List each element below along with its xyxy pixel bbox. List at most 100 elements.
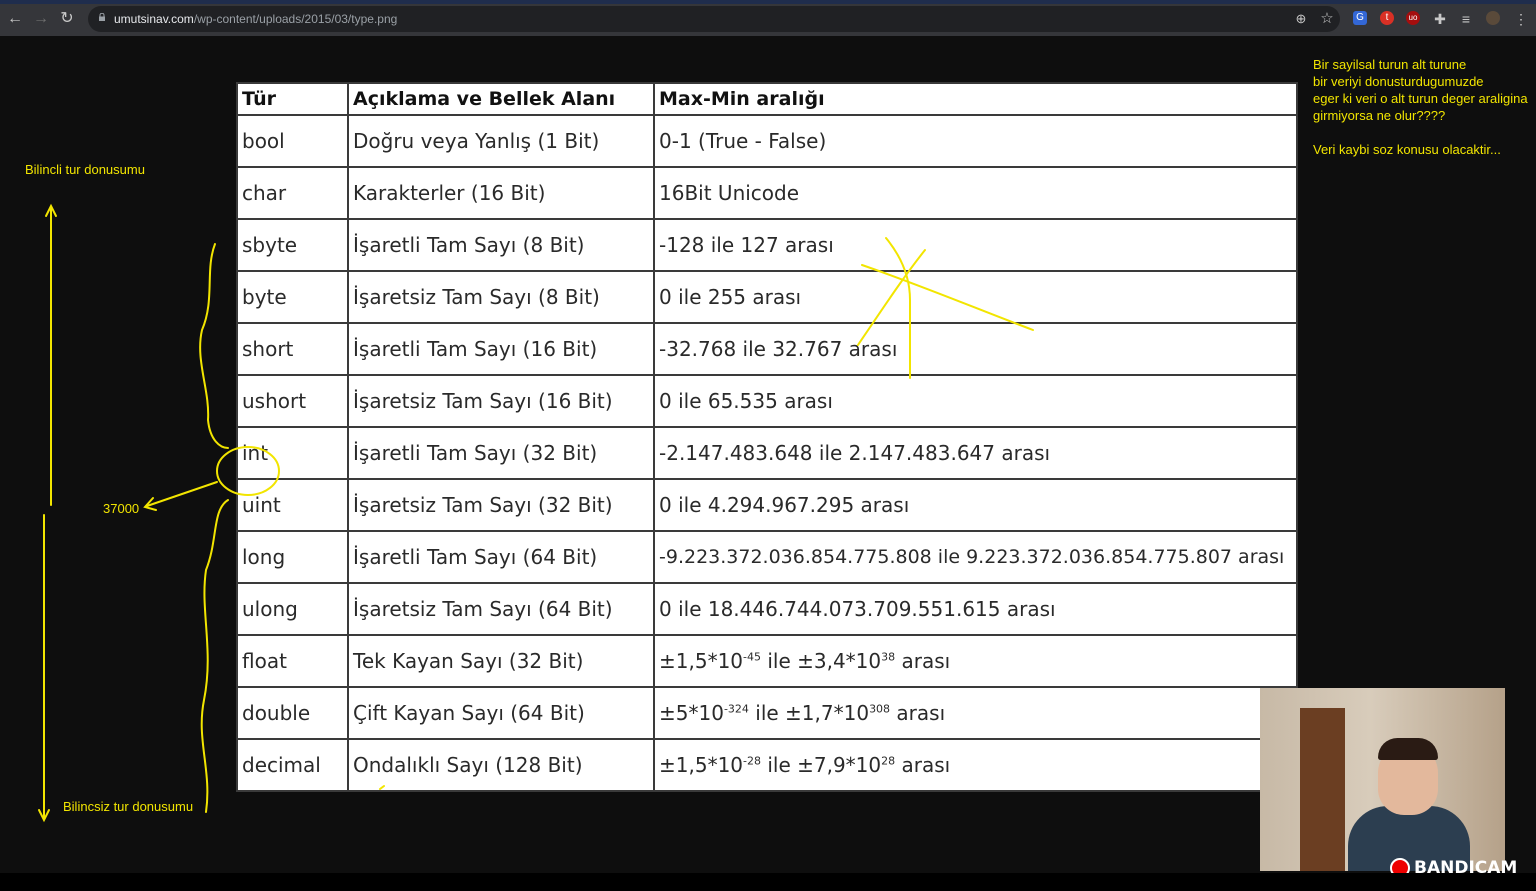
table-header-row: Tür Açıklama ve Bellek Alanı Max-Min ara… xyxy=(236,82,1298,116)
range-text: ±1,5*10 xyxy=(659,649,744,673)
table-row: ulong İşaretsiz Tam Sayı (64 Bit) 0 ile 18… xyxy=(236,582,1298,636)
range-cell: -2.147.483.648 ile 2.147.483.647 arası xyxy=(653,426,1298,480)
note-line xyxy=(1313,124,1528,141)
zoom-icon[interactable]: ⊕ xyxy=(1292,10,1310,28)
desc-cell: İşaretsiz Tam Sayı (16 Bit) xyxy=(347,374,655,428)
back-arrow-icon[interactable]: ← xyxy=(6,10,24,28)
note-line: girmiyorsa ne olur???? xyxy=(1313,108,1446,123)
type-cell: bool xyxy=(236,114,349,168)
type-cell: ushort xyxy=(236,374,349,428)
range-text: ±1,5*10 xyxy=(659,753,744,777)
note-line: eger ki veri o alt turun deger araligina xyxy=(1313,91,1528,106)
value-annotation: 37000 xyxy=(103,501,140,516)
range-text: arası xyxy=(895,649,951,673)
range-exponent: -324 xyxy=(723,702,749,716)
t-extension-icon[interactable]: t xyxy=(1380,11,1394,25)
type-cell: sbyte xyxy=(236,218,349,272)
header-type: Tür xyxy=(236,82,349,116)
type-cell: short xyxy=(236,322,349,376)
table-row: float Tek Kayan Sayı (32 Bit) ±1,5*10-45 i… xyxy=(236,634,1298,688)
bottom-bar xyxy=(0,873,1536,891)
type-cell: byte xyxy=(236,270,349,324)
desc-cell: Karakterler (16 Bit) xyxy=(347,166,655,220)
window-accent-strip xyxy=(0,0,1536,4)
range-text: arası xyxy=(895,753,951,777)
range-text: ile ±3,4*10 xyxy=(760,649,882,673)
range-exponent: 28 xyxy=(881,754,896,768)
range-exponent: 308 xyxy=(869,702,891,716)
url-text: umutsinav.com/wp-content/uploads/2015/03… xyxy=(114,12,397,26)
range-cell: 0 ile 255 arası xyxy=(653,270,1298,324)
range-cell: ±1,5*10-45 ile ±3,4*1038 arası xyxy=(653,634,1298,688)
table-row: long İşaretli Tam Sayı (64 Bit) -9.223.372… xyxy=(236,530,1298,584)
type-cell: int xyxy=(236,426,349,480)
header-description: Açıklama ve Bellek Alanı xyxy=(347,82,655,116)
note-line: Bir sayilsal turun alt turune xyxy=(1313,57,1467,72)
header-range: Max-Min aralığı xyxy=(653,82,1298,116)
range-cell: 0 ile 4.294.967.295 arası xyxy=(653,478,1298,532)
range-cell: ±1,5*10-28 ile ±7,9*1028 arası xyxy=(653,738,1298,792)
desc-cell: İşaretli Tam Sayı (16 Bit) xyxy=(347,322,655,376)
type-cell: ulong xyxy=(236,582,349,636)
table-row: bool Doğru veya Yanlış (1 Bit) 0-1 (True -… xyxy=(236,114,1298,168)
reload-icon[interactable]: ↻ xyxy=(58,10,76,28)
url-path: /wp-content/uploads/2015/03/type.png xyxy=(193,12,398,26)
range-cell: -128 ile 127 arası xyxy=(653,218,1298,272)
bookshelf xyxy=(1300,708,1345,871)
table-row: double Çift Kayan Sayı (64 Bit) ±5*10-324 … xyxy=(236,686,1298,740)
desc-cell: İşaretli Tam Sayı (64 Bit) xyxy=(347,530,655,584)
range-text: ile ±7,9*10 xyxy=(760,753,882,777)
table-row: sbyte İşaretli Tam Sayı (8 Bit) -128 ile 1… xyxy=(236,218,1298,272)
bookmark-star-icon[interactable]: ☆ xyxy=(1318,10,1336,28)
range-cell: 16Bit Unicode xyxy=(653,166,1298,220)
lock-icon xyxy=(99,13,105,21)
desc-cell: Doğru veya Yanlış (1 Bit) xyxy=(347,114,655,168)
desc-cell: İşaretli Tam Sayı (32 Bit) xyxy=(347,426,655,480)
profile-avatar-icon[interactable] xyxy=(1486,11,1500,25)
menu-kebab-icon[interactable]: ⋮ xyxy=(1512,10,1530,28)
desc-cell: İşaretsiz Tam Sayı (32 Bit) xyxy=(347,478,655,532)
range-cell: -9.223.372.036.854.775.808 ile 9.223.372… xyxy=(653,530,1298,584)
range-cell: 0 ile 65.535 arası xyxy=(653,374,1298,428)
table-row: decimal Ondalıklı Sayı (128 Bit) ±1,5*10-2… xyxy=(236,738,1298,792)
type-cell: long xyxy=(236,530,349,584)
range-exponent: 38 xyxy=(881,650,896,664)
forward-arrow-icon[interactable]: → xyxy=(32,10,50,28)
desc-cell: Tek Kayan Sayı (32 Bit) xyxy=(347,634,655,688)
desc-cell: Ondalıklı Sayı (128 Bit) xyxy=(347,738,655,792)
data-loss-note: Bir sayilsal turun alt turune bir veriyi… xyxy=(1313,56,1528,158)
type-cell: decimal xyxy=(236,738,349,792)
range-exponent: -45 xyxy=(743,650,761,664)
desc-cell: İşaretsiz Tam Sayı (64 Bit) xyxy=(347,582,655,636)
table-row: ushort İşaretsiz Tam Sayı (16 Bit) 0 ile 6… xyxy=(236,374,1298,428)
table-row: int İşaretli Tam Sayı (32 Bit) -2.147.483.… xyxy=(236,426,1298,480)
webcam-overlay xyxy=(1260,688,1505,871)
type-cell: char xyxy=(236,166,349,220)
range-text: arası xyxy=(890,701,946,725)
note-line: bir veriyi donusturdugumuzde xyxy=(1313,74,1484,89)
browser-toolbar: ← → ↻ umutsinav.com/wp-content/uploads/2… xyxy=(0,0,1536,36)
reading-list-icon[interactable]: ≡ xyxy=(1457,10,1475,28)
type-cell: double xyxy=(236,686,349,740)
table-row: short İşaretli Tam Sayı (16 Bit) -32.768 i… xyxy=(236,322,1298,376)
range-cell: -32.768 ile 32.767 arası xyxy=(653,322,1298,376)
explicit-conversion-label: Bilincli tur donusumu xyxy=(25,162,145,177)
desc-cell: İşaretsiz Tam Sayı (8 Bit) xyxy=(347,270,655,324)
url-host: umutsinav.com xyxy=(114,12,194,26)
puzzle-extensions-icon[interactable]: ✚ xyxy=(1431,10,1449,28)
table-row: byte İşaretsiz Tam Sayı (8 Bit) 0 ile 255 … xyxy=(236,270,1298,324)
note-line: Veri kaybi soz konusu olacaktir... xyxy=(1313,142,1501,157)
range-cell: ±5*10-324 ile ±1,7*10308 arası xyxy=(653,686,1298,740)
range-cell: 0 ile 18.446.744.073.709.551.615 arası xyxy=(653,582,1298,636)
implicit-conversion-label: Bilincsiz tur donusumu xyxy=(63,799,194,814)
type-cell: uint xyxy=(236,478,349,532)
translate-extension-icon[interactable]: G xyxy=(1353,11,1367,25)
table-row: char Karakterler (16 Bit) 16Bit Unicode xyxy=(236,166,1298,220)
data-types-table: Tür Açıklama ve Bellek Alanı Max-Min ara… xyxy=(236,82,1298,792)
ublock-extension-icon[interactable]: uo xyxy=(1406,11,1420,25)
range-cell: 0-1 (True - False) xyxy=(653,114,1298,168)
type-cell: float xyxy=(236,634,349,688)
desc-cell: Çift Kayan Sayı (64 Bit) xyxy=(347,686,655,740)
range-text: ±5*10 xyxy=(659,701,724,725)
desc-cell: İşaretli Tam Sayı (8 Bit) xyxy=(347,218,655,272)
